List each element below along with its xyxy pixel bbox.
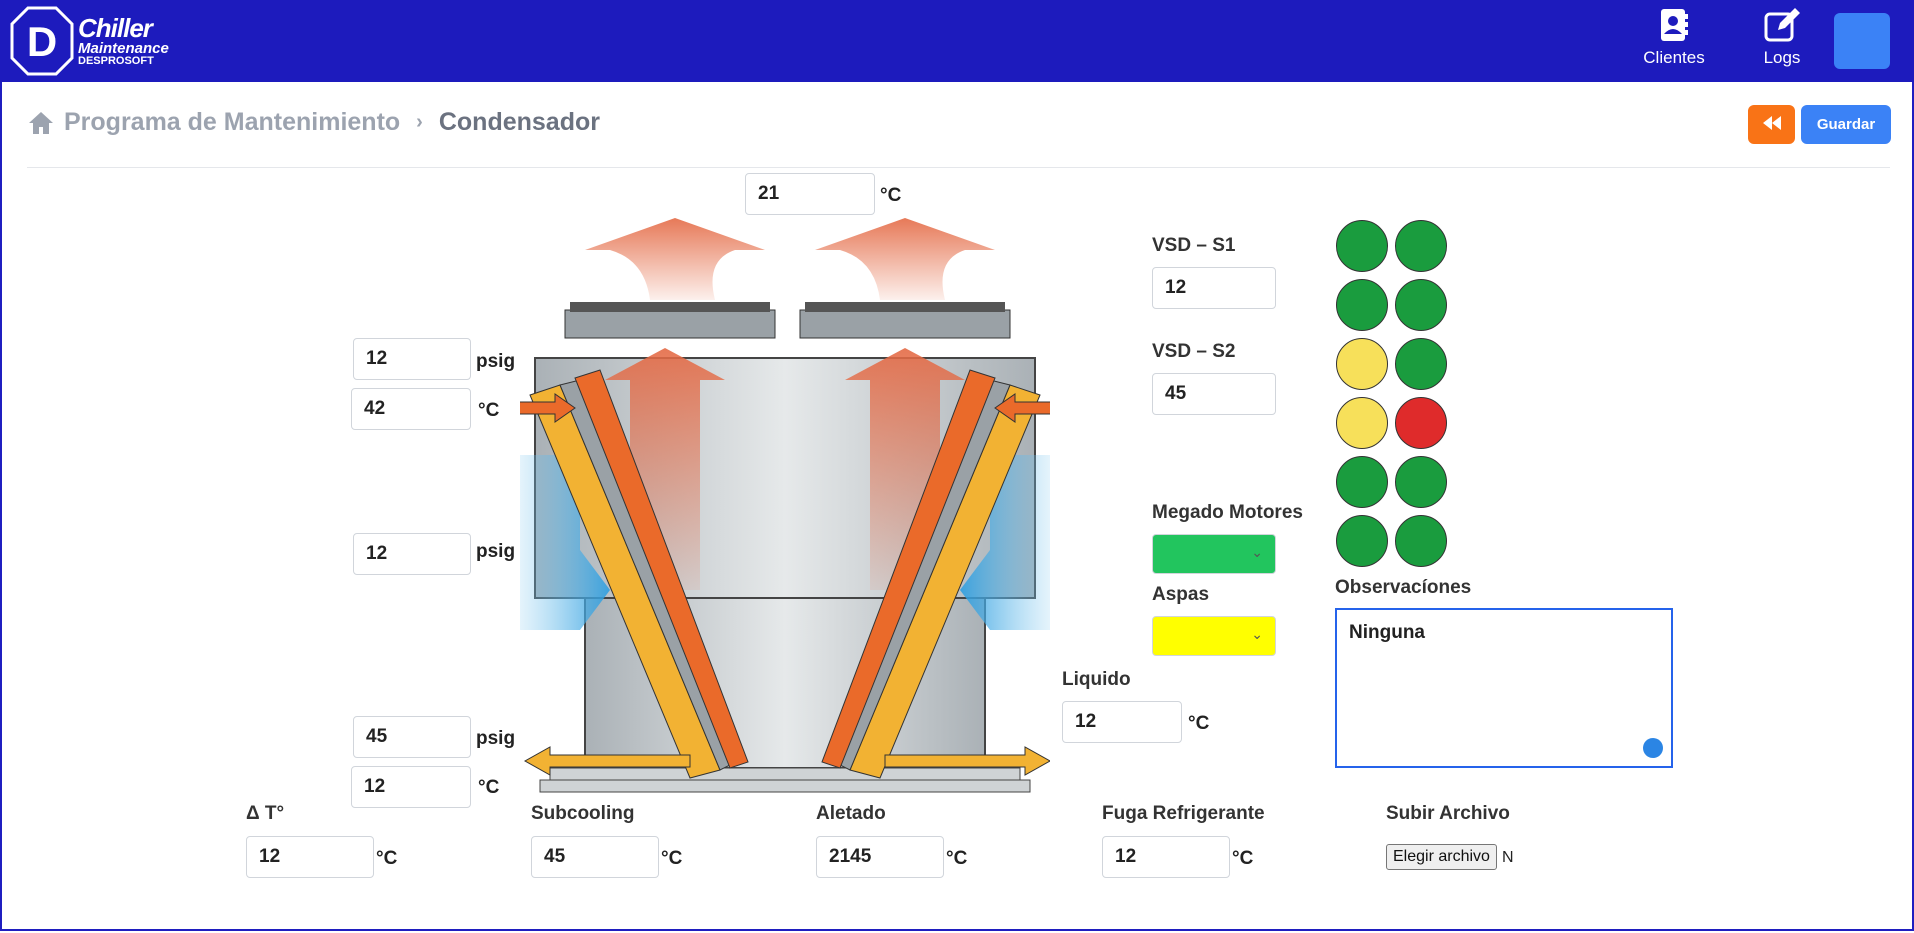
aspas-label: Aspas <box>1152 584 1210 605</box>
choose-file-button[interactable]: Elegir archivo <box>1386 844 1497 870</box>
status-dot[interactable] <box>1336 397 1388 449</box>
condenser-illustration <box>520 218 1050 793</box>
mid-pressure-input[interactable]: 12 <box>353 533 471 575</box>
inlet-temp-input[interactable]: 42 <box>351 388 471 430</box>
status-dot[interactable] <box>1395 338 1447 390</box>
user-avatar-button[interactable] <box>1834 13 1890 69</box>
outlet-pressure-input[interactable]: 45 <box>353 716 471 758</box>
vsd-s2-input[interactable]: 45 <box>1152 373 1276 415</box>
chevron-down-icon: ⌄ <box>1251 544 1263 560</box>
outlet-temp-unit: °C <box>478 777 500 798</box>
inlet-pressure-input[interactable]: 12 <box>353 338 471 380</box>
inlet-temp-unit: °C <box>478 400 500 421</box>
nav-clientes-label: Clientes <box>1643 48 1705 67</box>
inlet-pressure-unit: psig <box>476 351 516 372</box>
back-button[interactable] <box>1748 105 1795 144</box>
megado-label: Megado Motores <box>1152 502 1303 523</box>
status-dot[interactable] <box>1395 515 1447 567</box>
aletado-unit: °C <box>946 848 968 869</box>
status-dot[interactable] <box>1336 338 1388 390</box>
chevron-down-icon: ⌄ <box>1251 626 1263 642</box>
fuga-unit: °C <box>1232 848 1254 869</box>
status-dot[interactable] <box>1336 220 1388 272</box>
edit-icon <box>1764 8 1800 42</box>
logo-line3: DESPROSOFT <box>78 55 154 67</box>
liquido-unit: °C <box>1188 713 1210 734</box>
liquido-label: Liquido <box>1062 669 1131 690</box>
delta-t-unit: °C <box>376 848 398 869</box>
chevron-right-icon: › <box>416 111 423 133</box>
nav-clientes[interactable]: Clientes <box>1629 8 1719 68</box>
logo-badge: D <box>10 6 74 76</box>
top-temp-unit: °C <box>880 185 902 206</box>
aletado-label: Aletado <box>816 803 886 824</box>
liquido-input[interactable]: 12 <box>1062 701 1182 743</box>
save-button[interactable]: Guardar <box>1801 105 1891 144</box>
status-dot[interactable] <box>1395 397 1447 449</box>
aspas-select[interactable]: ⌄ <box>1152 616 1276 656</box>
logo-line2: Maintenance <box>78 40 169 57</box>
status-dot[interactable] <box>1395 456 1447 508</box>
subcooling-unit: °C <box>661 848 683 869</box>
vsd-s1-label: VSD – S1 <box>1152 235 1236 256</box>
aletado-input[interactable]: 2145 <box>816 836 944 878</box>
divider <box>27 167 1890 168</box>
subir-archivo-label: Subir Archivo <box>1386 803 1510 824</box>
app-logo[interactable]: D Chiller Maintenance DESPROSOFT <box>10 6 169 76</box>
status-dot[interactable] <box>1336 456 1388 508</box>
top-temp-input[interactable]: 21 <box>745 173 875 215</box>
status-dot[interactable] <box>1336 279 1388 331</box>
breadcrumb-home[interactable]: Programa de Mantenimiento <box>64 108 400 137</box>
fuga-label: Fuga Refrigerante <box>1102 803 1265 824</box>
outlet-temp-input[interactable]: 12 <box>351 766 471 808</box>
mid-pressure-unit: psig <box>476 541 516 562</box>
outlet-pressure-unit: psig <box>476 728 516 749</box>
nav-logs[interactable]: Logs <box>1737 8 1827 68</box>
vsd-s2-label: VSD – S2 <box>1152 341 1236 362</box>
logo-line1: Chiller <box>78 13 153 43</box>
logo-letter: D <box>27 18 57 65</box>
observaciones-label: Observacíones <box>1335 577 1472 598</box>
top-navbar: D Chiller Maintenance DESPROSOFT Cliente… <box>0 0 1914 82</box>
home-icon[interactable] <box>28 111 54 135</box>
megado-select[interactable]: ⌄ <box>1152 534 1276 574</box>
subcooling-label: Subcooling <box>531 803 635 824</box>
fuga-input[interactable]: 12 <box>1102 836 1230 878</box>
vsd-s1-input[interactable]: 12 <box>1152 267 1276 309</box>
address-book-icon <box>1661 9 1688 41</box>
observaciones-text: Ninguna <box>1349 622 1425 643</box>
observaciones-textarea[interactable]: Ninguna <box>1335 608 1673 768</box>
no-file-text: N <box>1502 849 1514 866</box>
breadcrumb-current: Condensador <box>438 108 600 136</box>
breadcrumb: Programa de Mantenimiento › Condensador <box>28 108 600 137</box>
fast-backward-icon <box>1762 116 1781 130</box>
status-dot[interactable] <box>1395 220 1447 272</box>
subcooling-input[interactable]: 45 <box>531 836 659 878</box>
nav-logs-label: Logs <box>1763 48 1801 67</box>
status-dot[interactable] <box>1336 515 1388 567</box>
delta-t-label: Δ T° <box>246 803 285 824</box>
status-dot[interactable] <box>1395 279 1447 331</box>
grammar-check-icon[interactable] <box>1643 738 1663 758</box>
delta-t-input[interactable]: 12 <box>246 836 374 878</box>
